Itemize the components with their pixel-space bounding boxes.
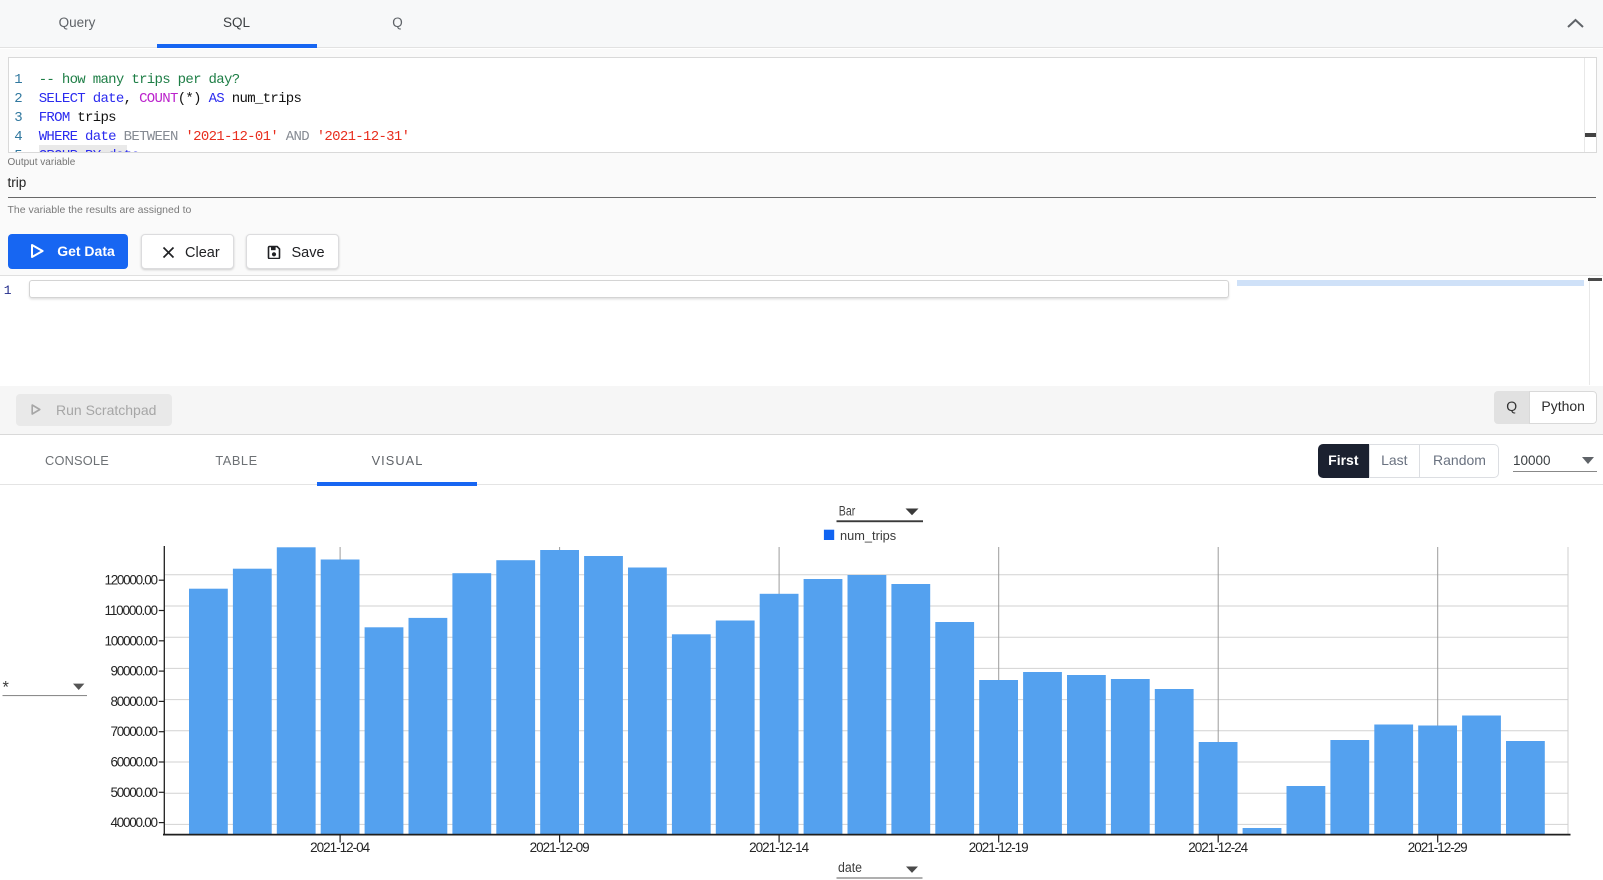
svg-text:80000.00: 80000.00 xyxy=(111,694,159,709)
svg-text:2021-12-29: 2021-12-29 xyxy=(1408,840,1468,855)
svg-text:70000.00: 70000.00 xyxy=(111,724,159,739)
svg-text:2021-12-14: 2021-12-14 xyxy=(749,840,809,855)
svg-text:*: * xyxy=(3,679,10,697)
svg-text:40000.00: 40000.00 xyxy=(111,815,159,830)
svg-text:100000.00: 100000.00 xyxy=(105,633,159,648)
svg-text:2021-12-19: 2021-12-19 xyxy=(969,840,1029,855)
svg-text:120000.00: 120000.00 xyxy=(105,573,159,588)
svg-text:2021-12-04: 2021-12-04 xyxy=(310,840,370,855)
svg-text:2021-12-09: 2021-12-09 xyxy=(530,840,590,855)
svg-text:2021-12-24: 2021-12-24 xyxy=(1188,840,1248,855)
svg-text:90000.00: 90000.00 xyxy=(111,664,159,679)
svg-text:num_trips: num_trips xyxy=(840,528,896,543)
svg-text:110000.00: 110000.00 xyxy=(105,603,159,618)
svg-text:50000.00: 50000.00 xyxy=(111,785,159,800)
svg-text:date: date xyxy=(838,860,862,875)
svg-text:Bar: Bar xyxy=(839,504,856,519)
svg-text:60000.00: 60000.00 xyxy=(111,755,159,770)
